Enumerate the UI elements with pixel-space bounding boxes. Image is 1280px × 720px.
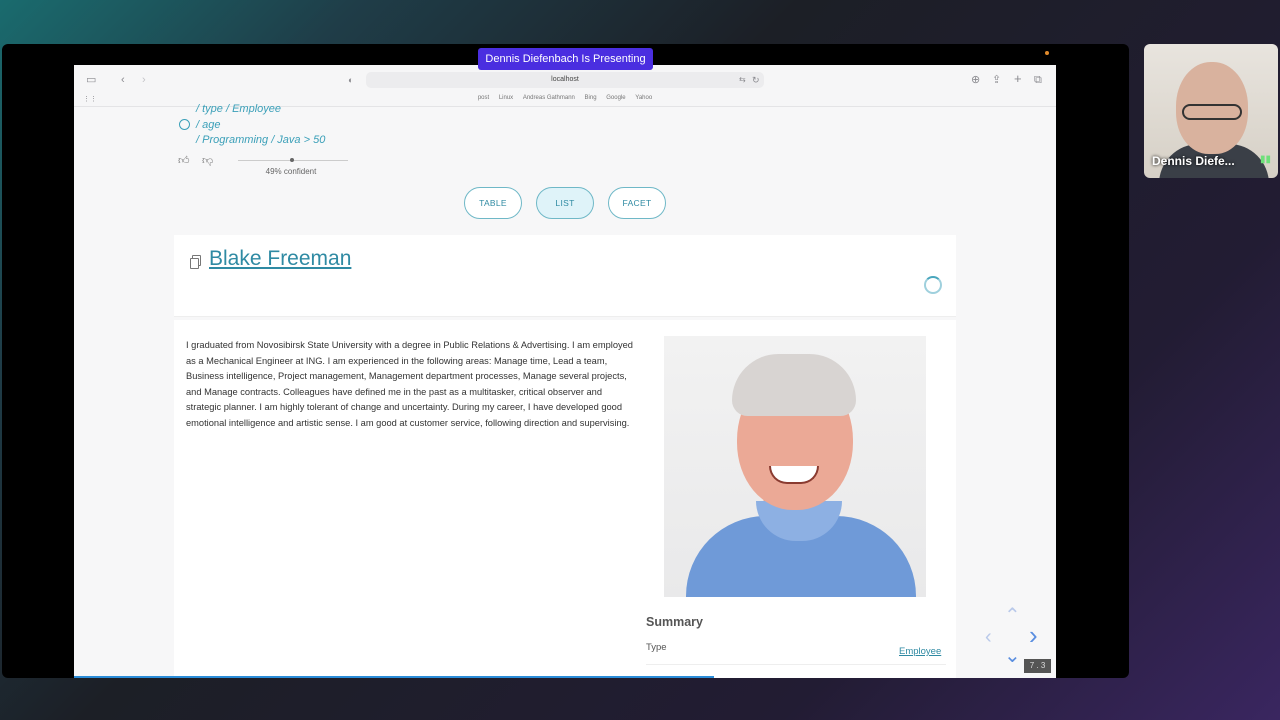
summary-divider	[646, 664, 946, 665]
page-progress-bar	[74, 676, 714, 678]
download-icon[interactable]: ⊕	[971, 73, 980, 87]
browser-toolbar: ▭ ‹ › ⋮⋮ ◐ localhost ⇆ ↻ ⊕ ⇪ + ⧉ post Li…	[74, 65, 1056, 107]
person-name-link[interactable]: Blake Freeman	[209, 247, 351, 271]
page-content: / type / Employee / age / Programming / …	[74, 103, 1056, 678]
recording-dot	[1045, 51, 1049, 55]
nav-left-icon[interactable]: ‹	[985, 627, 992, 647]
nav-down-icon[interactable]: ⌄	[1004, 646, 1021, 666]
participant-video-tile[interactable]: Dennis Diefe... ▮▮	[1144, 44, 1278, 178]
bookmarks-bar: post Linux Andreas Gathmann Bing Google …	[74, 95, 1056, 101]
participant-name: Dennis Diefe...	[1152, 154, 1235, 168]
bookmark-post[interactable]: post	[478, 95, 489, 101]
bookmark-yahoo[interactable]: Yahoo	[635, 95, 652, 101]
sidebar-toggle-icon[interactable]: ▭	[86, 73, 96, 87]
presenting-badge: Dennis Diefenbach Is Presenting	[478, 48, 653, 70]
forward-icon[interactable]: ›	[142, 73, 146, 87]
glasses-icon	[1182, 104, 1242, 120]
bookmark-google[interactable]: Google	[606, 95, 625, 101]
shield-icon[interactable]: ◐	[348, 73, 353, 87]
new-tab-icon[interactable]: +	[1014, 72, 1022, 86]
filter-type: / type / Employee	[196, 103, 281, 115]
view-table-button[interactable]: TABLE	[464, 187, 522, 219]
nav-up-icon[interactable]: ⌃	[1004, 606, 1021, 626]
loading-spinner-icon	[924, 276, 942, 294]
view-list-button[interactable]: LIST	[536, 187, 594, 219]
summary-type-label: Type	[646, 642, 667, 653]
bookmark-bing[interactable]: Bing	[585, 95, 597, 101]
url-bar[interactable]: localhost	[366, 72, 764, 88]
confidence-marker	[290, 158, 294, 162]
mic-activity-icon: ▮▮	[1260, 154, 1272, 165]
filter-age: / age	[196, 119, 221, 131]
slide-number: 7 . 3	[1024, 659, 1051, 673]
thumbs-up-icon[interactable]: 👍︎	[178, 154, 190, 167]
filter-programming: / Programming / Java > 50	[196, 134, 326, 146]
back-icon[interactable]: ‹	[121, 73, 125, 87]
tabs-overview-icon[interactable]: ⧉	[1034, 73, 1042, 87]
bookmark-linux[interactable]: Linux	[499, 95, 513, 101]
share-icon[interactable]: ⇪	[992, 73, 1001, 87]
browser-window: ▭ ‹ › ⋮⋮ ◐ localhost ⇆ ↻ ⊕ ⇪ + ⧉ post Li…	[74, 65, 1056, 678]
result-card-header: Blake Freeman	[174, 235, 956, 317]
thumbs-down-icon[interactable]: 👎︎	[202, 154, 213, 167]
result-card-body: I graduated from Novosibirsk State Unive…	[174, 320, 956, 678]
view-facet-button[interactable]: FACET	[608, 187, 666, 219]
copy-icon[interactable]	[190, 255, 201, 269]
reload-icon[interactable]: ↻	[752, 73, 760, 87]
confidence-label: 49% confident	[265, 167, 317, 176]
person-photo	[664, 336, 926, 597]
summary-type-value-link[interactable]: Employee	[899, 646, 941, 657]
bookmark-andreas-gathmann[interactable]: Andreas Gathmann	[523, 95, 575, 101]
summary-heading: Summary	[646, 615, 703, 629]
person-bio: I graduated from Novosibirsk State Unive…	[186, 340, 633, 428]
nav-right-icon[interactable]: ›	[1029, 622, 1038, 648]
filter-target-icon[interactable]	[179, 119, 190, 130]
translate-icon[interactable]: ⇆	[739, 73, 746, 87]
url-text: localhost	[551, 76, 579, 83]
